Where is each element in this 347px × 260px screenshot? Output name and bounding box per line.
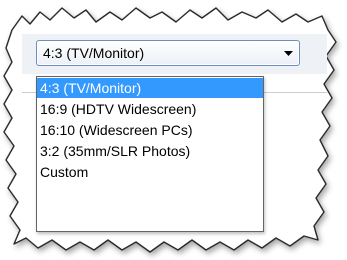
aspect-ratio-dropdown-list: 4:3 (TV/Monitor) 16:9 (HDTV Widescreen) … [36,76,264,232]
triangle-down-icon[interactable] [277,50,299,56]
aspect-ratio-combobox[interactable]: 4:3 (TV/Monitor) [36,40,300,66]
option-4-3-tv-monitor[interactable]: 4:3 (TV/Monitor) [37,78,263,98]
option-16-9-hdtv-widescreen[interactable]: 16:9 (HDTV Widescreen) [37,99,263,119]
combobox-selected-value: 4:3 (TV/Monitor) [43,45,145,61]
option-3-2-35mm-slr-photos[interactable]: 3:2 (35mm/SLR Photos) [37,141,263,161]
option-16-10-widescreen-pcs[interactable]: 16:10 (Widescreen PCs) [37,120,263,140]
option-custom[interactable]: Custom [37,162,263,182]
